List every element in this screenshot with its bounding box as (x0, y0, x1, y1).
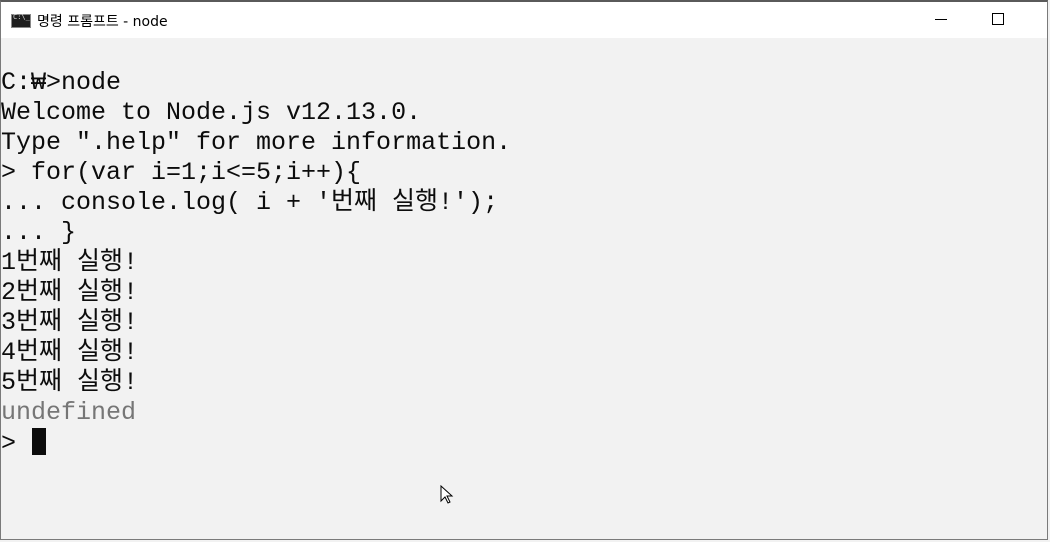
prompt: > (1, 429, 17, 458)
result-line: undefined (1, 398, 137, 427)
terminal-line: ... console.log( i + '번째 실행!'); (1, 188, 499, 217)
text-cursor (32, 428, 47, 455)
terminal-line: C:₩>node (1, 68, 122, 97)
title-bar[interactable]: 명령 프롬프트 - node (1, 2, 1047, 38)
terminal-line: 4번째 실행! (1, 338, 139, 367)
window-title: 명령 프롬프트 - node (37, 14, 168, 30)
terminal-line: ... } (1, 218, 77, 247)
minimize-button[interactable] (917, 2, 963, 38)
terminal-output[interactable]: C:₩>node Welcome to Node.js v12.13.0. Ty… (1, 68, 511, 458)
terminal-line: 3번째 실행! (1, 308, 139, 337)
terminal-line: 5번째 실행! (1, 368, 139, 397)
mouse-pointer-icon (440, 485, 454, 504)
cmd-icon (11, 13, 31, 28)
terminal-line: > for(var i=1;i<=5;i++){ (1, 158, 362, 187)
terminal-line: Welcome to Node.js v12.13.0. (1, 98, 422, 127)
terminal-line: 2번째 실행! (1, 278, 139, 307)
maximize-button[interactable] (975, 2, 1021, 38)
terminal-line: Type ".help" for more information. (1, 128, 512, 157)
terminal-line: 1번째 실행! (1, 248, 139, 277)
prompt-line[interactable]: > (1, 428, 511, 458)
